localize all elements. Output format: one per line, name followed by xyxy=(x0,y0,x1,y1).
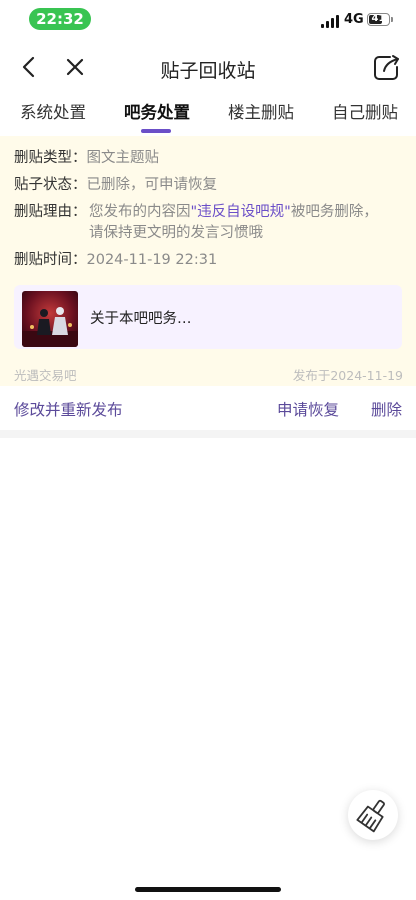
tab-bar: 系统处置 吧务处置 楼主删贴 自己删贴 xyxy=(0,94,416,134)
delete-time-row: 删贴时间：2024-11-19 22:31 xyxy=(14,250,217,271)
action-bar: 修改并重新发布 申请恢复 删除 xyxy=(0,386,416,430)
tab-system[interactable]: 系统处置 xyxy=(20,99,86,123)
signal-icon xyxy=(321,15,341,28)
delete-type-value: 图文主题贴 xyxy=(86,150,160,166)
post-preview[interactable]: 关于本吧吧务… xyxy=(14,285,402,349)
tab-self-deleted[interactable]: 自己删贴 xyxy=(332,99,398,123)
delete-button[interactable]: 删除 xyxy=(371,398,402,420)
post-status-label: 贴子状态： xyxy=(14,177,87,193)
delete-type-row: 删贴类型：图文主题贴 xyxy=(14,148,159,169)
network-type: 4G xyxy=(344,12,364,27)
post-status-row: 贴子状态：已删除，可申请恢复 xyxy=(14,175,217,196)
delete-type-label: 删贴类型： xyxy=(14,150,87,166)
tab-indicator xyxy=(141,129,171,133)
delete-reason-row: 删贴理由： xyxy=(14,202,87,223)
battery-icon: 41 xyxy=(367,13,390,26)
post-thumbnail xyxy=(22,291,78,347)
delete-reason-label: 删贴理由： xyxy=(14,204,87,220)
status-time: 22:32 xyxy=(29,8,91,30)
battery-level: 41 xyxy=(371,13,386,24)
forum-name[interactable]: 光遇交易吧 xyxy=(14,365,77,384)
delete-reason-value: 您发布的内容因"违反自设吧规"被吧务删除，请保持更文明的发言习惯哦 xyxy=(89,202,389,244)
divider xyxy=(0,430,416,438)
share-icon xyxy=(374,55,399,80)
delete-time-value: 2024-11-19 22:31 xyxy=(86,252,218,268)
page-title: 贴子回收站 xyxy=(160,60,256,82)
home-indicator xyxy=(135,887,281,892)
publish-date: 发布于2024-11-19 xyxy=(292,368,403,383)
reason-prefix: 您发布的内容因 xyxy=(89,204,191,220)
post-status-value: 已删除，可申请恢复 xyxy=(86,177,218,193)
share-button[interactable] xyxy=(370,50,404,84)
clean-fab-button[interactable] xyxy=(348,790,398,840)
tab-moderator[interactable]: 吧务处置 xyxy=(124,99,190,123)
nav-bar: 贴子回收站 xyxy=(0,44,416,90)
reason-rule-link[interactable]: "违反自设吧规" xyxy=(191,204,291,220)
tab-op-deleted[interactable]: 楼主删贴 xyxy=(228,99,294,123)
edit-repost-button[interactable]: 修改并重新发布 xyxy=(14,398,123,420)
appeal-restore-button[interactable]: 申请恢复 xyxy=(277,398,339,420)
post-title: 关于本吧吧务… xyxy=(90,311,192,327)
delete-time-label: 删贴时间： xyxy=(14,252,87,268)
status-bar: 22:32 4G 41 xyxy=(0,0,416,40)
broom-icon xyxy=(356,799,385,833)
